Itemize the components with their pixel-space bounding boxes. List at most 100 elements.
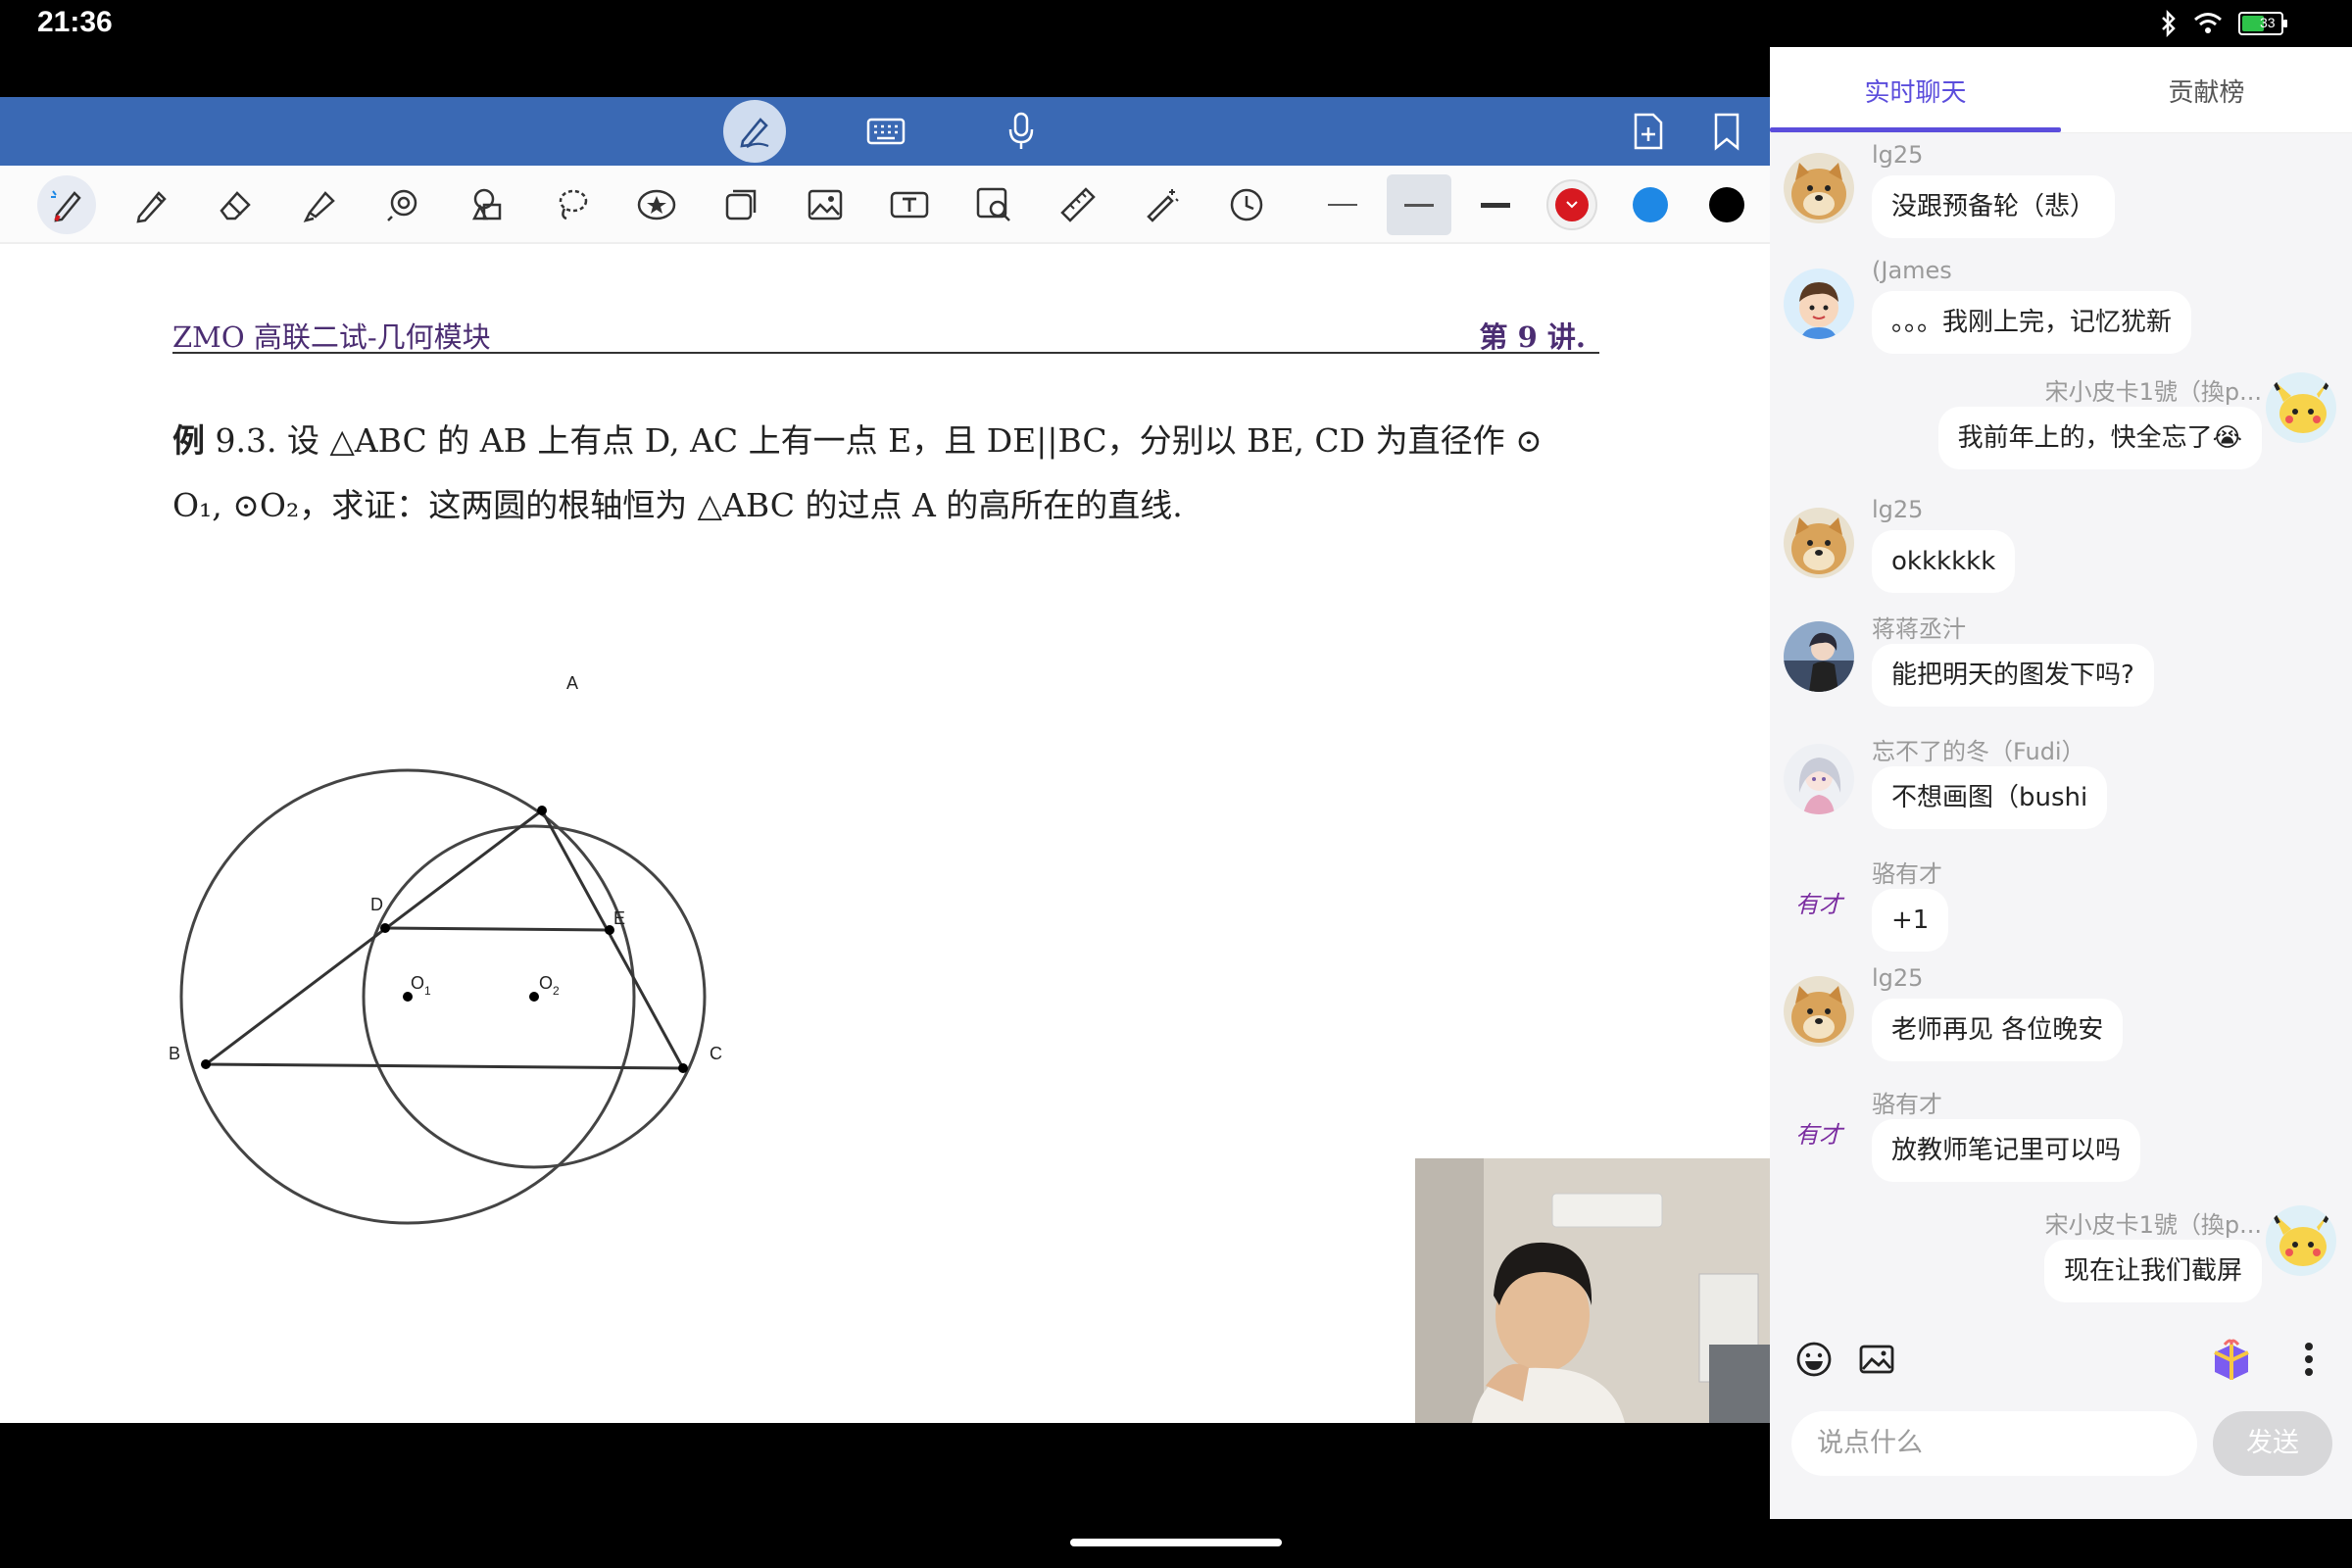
doge-avatar[interactable] xyxy=(1784,508,1854,578)
stroke-thin-button[interactable] xyxy=(1313,175,1372,234)
label-e: E xyxy=(613,908,625,928)
handwriting-mode-button[interactable] xyxy=(723,100,786,163)
label-o1-sub: 1 xyxy=(424,984,431,998)
eraser-icon xyxy=(220,191,251,220)
image-tool[interactable] xyxy=(796,175,855,234)
battery-icon: 33 xyxy=(2238,12,2287,35)
system-home-indicator[interactable] xyxy=(1070,1539,1282,1546)
image-search-tool[interactable] xyxy=(964,175,1023,234)
keyboard-mode-button[interactable] xyxy=(855,102,917,161)
shapes-tool[interactable] xyxy=(459,175,517,234)
course-title: ZMO 高联二试-几何模块 xyxy=(172,320,491,354)
avatar-text: 有才 xyxy=(1795,890,1842,918)
text-box-icon xyxy=(890,191,929,219)
laser-pointer-icon xyxy=(387,189,417,221)
keyboard-icon xyxy=(866,118,906,145)
more-options-button[interactable] xyxy=(2303,1341,2315,1382)
message-bubble[interactable]: +1 xyxy=(1872,889,1949,952)
gift-button[interactable] xyxy=(2209,1337,2254,1386)
chevron-down-icon xyxy=(1566,201,1578,209)
tab-leaderboard[interactable]: 贡献榜 xyxy=(2061,47,2352,133)
pikachu-avatar[interactable] xyxy=(2266,372,2336,443)
stickers-tool[interactable] xyxy=(627,175,686,234)
message-bubble[interactable]: 不想画图（bushi xyxy=(1872,766,2108,829)
message-sender: 宋小皮卡1號（換p... xyxy=(2044,1211,2262,1239)
teacher-video-feed[interactable] xyxy=(1415,1158,1770,1423)
pen-tool[interactable] xyxy=(37,175,96,234)
message-sender: (James xyxy=(1872,257,1952,284)
anime-girl-avatar[interactable] xyxy=(1784,744,1854,814)
sticky-note-icon xyxy=(725,189,757,220)
message-bubble[interactable]: 没跟预备轮（悲） xyxy=(1872,175,2116,238)
doge-avatar[interactable] xyxy=(1784,976,1854,1047)
message-bubble[interactable]: 能把明天的图发下吗? xyxy=(1872,644,2154,707)
magic-wand-tool[interactable] xyxy=(1133,175,1192,234)
point-d xyxy=(380,923,390,933)
voice-mode-button[interactable] xyxy=(990,102,1053,161)
message-bubble[interactable]: 现在让我们截屏 xyxy=(2043,1240,2262,1302)
problem-statement: 例 9.3. 设 △ABC 的 AB 上有点 D, AC 上有一点 E，且 DE… xyxy=(172,409,1613,538)
point-b xyxy=(201,1059,211,1069)
message-sender: lg25 xyxy=(1872,496,1924,523)
stroke-thick-button[interactable] xyxy=(1466,175,1525,234)
lasso-icon xyxy=(559,189,588,220)
bookmark-icon xyxy=(1714,113,1740,151)
message-bubble[interactable]: 老师再见 各位晚安 xyxy=(1872,999,2124,1061)
cartoon-boy-avatar[interactable] xyxy=(1784,269,1854,339)
label-c: C xyxy=(710,1044,722,1063)
label-o2: O xyxy=(539,973,553,993)
lecture-number: 第 9 讲. xyxy=(1479,320,1586,354)
image-icon xyxy=(1859,1345,1894,1374)
text-tool[interactable] xyxy=(880,175,939,234)
message-bubble[interactable]: 我前年上的，快全忘了😭 xyxy=(1937,407,2262,469)
label-o1: O xyxy=(411,973,424,993)
triangle-abc xyxy=(201,808,686,1070)
message-sender: lg25 xyxy=(1872,964,1924,992)
sticker-star-icon xyxy=(637,189,676,220)
add-page-button[interactable] xyxy=(1617,102,1680,161)
bookmark-button[interactable] xyxy=(1695,102,1758,161)
history-tool[interactable] xyxy=(1217,175,1276,234)
document-header: ZMO 高联二试-几何模块 第 9 讲. xyxy=(172,315,1599,354)
gift-icon xyxy=(2214,1339,2249,1380)
pikachu-avatar[interactable] xyxy=(2266,1205,2336,1276)
bluetooth-icon xyxy=(2162,10,2176,37)
status-bar: 21:36 33 xyxy=(0,0,2352,47)
anime-avatar[interactable] xyxy=(1784,621,1854,692)
doge-avatar[interactable] xyxy=(1784,153,1854,223)
label-b: B xyxy=(169,1044,180,1063)
shapes-icon xyxy=(471,188,502,220)
ruler-tool[interactable] xyxy=(1049,175,1107,234)
image-icon xyxy=(808,189,843,220)
lasso-tool[interactable] xyxy=(543,175,602,234)
add-page-icon xyxy=(1634,113,1663,150)
magic-wand-icon xyxy=(1147,189,1179,222)
drawing-toolbar xyxy=(0,166,1770,244)
problem-line-2: O₁, ⊙O₂，求证：这两圆的根轴恒为 △ABC 的过点 A 的高所在的直线. xyxy=(172,486,1183,524)
sticky-note-tool[interactable] xyxy=(711,175,770,234)
eraser-tool[interactable] xyxy=(206,175,265,234)
message-bubble[interactable]: 。。。我刚上完，记忆犹新 xyxy=(1872,291,2192,354)
whiteboard-app: ZMO 高联二试-几何模块 第 9 讲. 例 9.3. 设 △ABC 的 AB … xyxy=(0,97,1770,1423)
chat-input-toolbar xyxy=(1770,1319,2352,1403)
color-red-button[interactable] xyxy=(1543,175,1601,234)
pen-signature-icon xyxy=(740,118,769,148)
stroke-medium-button[interactable] xyxy=(1387,174,1451,235)
message-sender: 骆有才 xyxy=(1872,860,1942,888)
color-blue-button[interactable] xyxy=(1621,175,1680,234)
send-button[interactable]: 发送 xyxy=(2213,1411,2332,1476)
calligraphy-avatar[interactable]: 有才 xyxy=(1784,866,1854,937)
message-bubble[interactable]: okkkkkk xyxy=(1872,530,2016,593)
pencil-tool[interactable] xyxy=(122,175,180,234)
calligraphy-avatar[interactable]: 有才 xyxy=(1784,1097,1854,1167)
tab-live-chat[interactable]: 实时聊天 xyxy=(1770,47,2061,133)
chat-message-input[interactable]: 说点什么 xyxy=(1791,1411,2197,1476)
message-bubble[interactable]: 放教师笔记里可以吗 xyxy=(1872,1119,2141,1182)
chat-input-area: 说点什么 发送 xyxy=(1770,1319,2352,1519)
color-black-button[interactable] xyxy=(1697,175,1756,234)
image-upload-button[interactable] xyxy=(1858,1341,1895,1382)
emoji-button[interactable] xyxy=(1795,1341,1833,1382)
highlighter-tool[interactable] xyxy=(290,175,349,234)
laser-tool[interactable] xyxy=(374,175,433,234)
message-list[interactable]: lg25 没跟预备轮（悲） (James 。。。我刚上完，记忆犹新 宋小皮卡1號… xyxy=(1770,133,2352,1319)
